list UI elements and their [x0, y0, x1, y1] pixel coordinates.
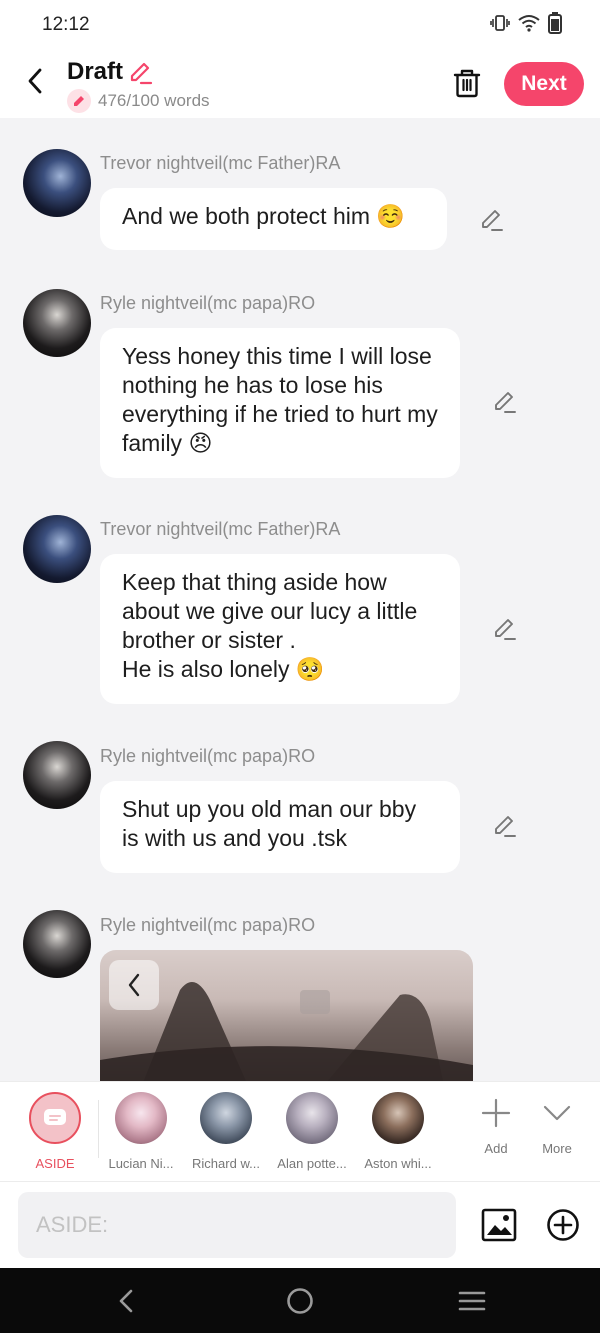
- image-previous-button[interactable]: [109, 960, 159, 1010]
- chevron-left-icon: [128, 973, 140, 997]
- back-arrow-icon: [28, 68, 42, 94]
- nav-menu-button[interactable]: [454, 1284, 490, 1318]
- avatar[interactable]: [23, 149, 91, 217]
- status-bar: 12:12: [0, 0, 600, 48]
- editor-header: Draft 476/100 words Next: [0, 48, 600, 118]
- character-item[interactable]: Lucian Ni...: [100, 1092, 182, 1171]
- sender-name: Trevor nightveil(mc Father)RA: [100, 519, 341, 539]
- edit-title-icon[interactable]: [128, 60, 154, 91]
- edit-message-icon[interactable]: [491, 388, 519, 416]
- add-character-button[interactable]: Add: [466, 1098, 526, 1156]
- avatar: [372, 1092, 424, 1144]
- avatar[interactable]: [23, 515, 91, 583]
- character-name: Lucian Ni...: [108, 1156, 174, 1171]
- sender-name: Ryle nightveil(mc papa)RO: [100, 746, 316, 766]
- character-selector: ASIDE Lucian Ni... Richard w... Alan pot…: [0, 1081, 600, 1181]
- image-icon: [481, 1208, 517, 1242]
- character-name: Richard w...: [192, 1156, 260, 1171]
- avatar[interactable]: [23, 910, 91, 978]
- nav-back-button[interactable]: [108, 1284, 144, 1318]
- message-bubble[interactable]: And we both protect him ☺️: [100, 188, 447, 250]
- edit-message-icon[interactable]: [491, 812, 519, 840]
- divider: [98, 1100, 99, 1158]
- edit-message-icon[interactable]: [478, 206, 506, 234]
- avatar: [115, 1092, 167, 1144]
- avatar[interactable]: [23, 741, 91, 809]
- message-feed[interactable]: Trevor nightveil(mc Father)RA And we bot…: [0, 118, 600, 1081]
- message-bubble[interactable]: Keep that thing aside how about we give …: [100, 554, 460, 704]
- page-title: Draft: [67, 58, 124, 85]
- insert-image-button[interactable]: [480, 1206, 518, 1244]
- system-nav-bar: [0, 1268, 600, 1333]
- message-image[interactable]: [100, 950, 473, 1081]
- add-label: Add: [484, 1141, 508, 1156]
- menu-icon: [458, 1291, 486, 1311]
- character-item[interactable]: Alan potte...: [271, 1092, 353, 1171]
- word-count: 476/100 words: [98, 91, 210, 110]
- character-item[interactable]: Aston whi...: [357, 1092, 439, 1171]
- pencil-icon: [67, 89, 91, 113]
- chat-bubble-icon: [44, 1109, 66, 1125]
- more-label: More: [542, 1141, 572, 1156]
- aside-input[interactable]: [18, 1192, 456, 1258]
- chevron-down-icon: [543, 1105, 571, 1121]
- plus-icon: [481, 1098, 511, 1128]
- home-circle-icon: [287, 1288, 313, 1314]
- back-button[interactable]: [18, 64, 52, 98]
- character-name: Alan potte...: [277, 1156, 347, 1171]
- sender-name: Ryle nightveil(mc papa)RO: [100, 293, 316, 313]
- wifi-icon: [518, 15, 540, 32]
- character-aside[interactable]: ASIDE: [14, 1092, 96, 1171]
- plus-circle-icon: [547, 1209, 579, 1241]
- nav-home-button[interactable]: [282, 1284, 318, 1318]
- delete-button[interactable]: [450, 66, 484, 100]
- message-bubble[interactable]: Yess honey this time I will lose nothing…: [100, 328, 460, 478]
- sender-name: Ryle nightveil(mc papa)RO: [100, 915, 316, 935]
- status-icons: [490, 12, 562, 34]
- avatar: [286, 1092, 338, 1144]
- character-name: Aston whi...: [364, 1156, 432, 1171]
- sender-name: Trevor nightveil(mc Father)RA: [100, 153, 341, 173]
- trash-icon: [453, 69, 481, 98]
- status-time: 12:12: [42, 14, 90, 35]
- character-name: ASIDE: [35, 1156, 75, 1171]
- edit-message-icon[interactable]: [491, 615, 519, 643]
- battery-icon: [548, 12, 562, 34]
- nav-back-icon: [119, 1289, 133, 1313]
- more-button[interactable]: More: [527, 1098, 587, 1156]
- avatar[interactable]: [23, 289, 91, 357]
- input-bar: [0, 1181, 600, 1268]
- vibrate-icon: [490, 15, 510, 31]
- add-content-button[interactable]: [544, 1206, 582, 1244]
- aside-avatar: [29, 1092, 81, 1144]
- message-bubble[interactable]: Shut up you old man our bby is with us a…: [100, 781, 460, 873]
- character-item[interactable]: Richard w...: [185, 1092, 267, 1171]
- next-button[interactable]: Next: [504, 62, 584, 106]
- avatar: [200, 1092, 252, 1144]
